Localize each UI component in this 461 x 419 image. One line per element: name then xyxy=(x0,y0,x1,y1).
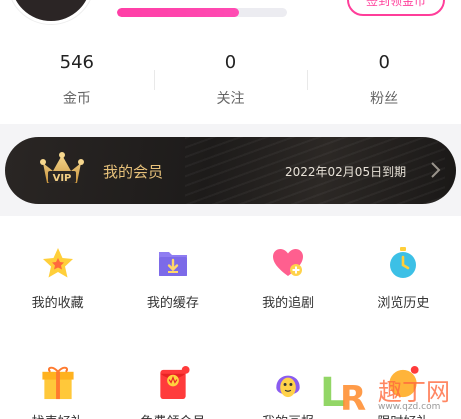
menu-item-label: 免费领会员 xyxy=(140,411,205,419)
stat-following-value: 0 xyxy=(224,52,237,73)
menu-item-history[interactable]: 浏览历史 xyxy=(346,216,461,336)
watermark-url: www.qzd.com xyxy=(378,402,441,412)
signin-coins-button[interactable]: 签到领金币 xyxy=(347,0,445,16)
menu-item-label: 找表好礼 xyxy=(32,411,84,419)
menu-item-label: 我的追剧 xyxy=(262,296,315,311)
heart-plus-icon xyxy=(273,249,304,276)
avatar[interactable] xyxy=(8,0,94,24)
download-folder-icon xyxy=(158,252,187,276)
vip-badge-text: VIP xyxy=(53,173,72,184)
menu-item-label: 我的缓存 xyxy=(146,296,199,311)
menu-item-following-shows[interactable]: 我的追剧 xyxy=(231,216,346,336)
stat-coins-label: 金币 xyxy=(62,91,91,107)
stat-fans-label: 粉丝 xyxy=(370,91,399,107)
red-envelope-icon xyxy=(160,365,190,400)
stopwatch-icon xyxy=(390,247,417,278)
feature-row-1: 我的收藏 我的缓存 我的追剧 浏览历史 xyxy=(0,216,461,336)
stat-following-label: 关注 xyxy=(216,91,245,107)
stat-coins-value: 546 xyxy=(59,52,95,73)
vip-title: 我的会员 xyxy=(103,163,164,181)
stat-fans-value: 0 xyxy=(378,52,390,73)
stat-coins[interactable]: 546 金币 xyxy=(0,40,154,120)
chevron-right-icon xyxy=(431,162,441,178)
menu-item-favorites[interactable]: 我的收藏 xyxy=(0,216,115,336)
signin-coins-label: 签到领金币 xyxy=(365,0,426,8)
menu-item-free-vip[interactable]: 免费领会员 xyxy=(115,360,230,419)
menu-item-cache[interactable]: 我的缓存 xyxy=(115,216,230,336)
menu-item-gift[interactable]: 找表好礼 xyxy=(0,360,115,419)
menu-item-label: 我的画报 xyxy=(262,411,314,419)
menu-item-label: 浏览历史 xyxy=(377,296,430,311)
level-progress-bar xyxy=(117,8,287,17)
user-stats: 546 金币 0 关注 0 粉丝 xyxy=(0,40,461,120)
svg-text:R: R xyxy=(340,379,366,419)
character-icon xyxy=(276,375,300,398)
gift-box-icon xyxy=(42,366,74,400)
menu-item-label: 我的收藏 xyxy=(31,296,84,311)
vip-membership-card[interactable]: VIP 我的会员 2022年02月05日到期 xyxy=(5,137,456,204)
feature-grid: 我的收藏 我的缓存 我的追剧 浏览历史 xyxy=(0,216,461,336)
stat-following[interactable]: 0 关注 xyxy=(153,40,308,120)
star-collect-icon xyxy=(42,248,73,278)
vip-expire-date: 2022年02月05日到期 xyxy=(285,165,407,179)
level-progress-fill xyxy=(117,8,240,17)
vip-crown-icon: VIP xyxy=(40,152,84,184)
stat-fans[interactable]: 0 粉丝 xyxy=(307,40,461,120)
